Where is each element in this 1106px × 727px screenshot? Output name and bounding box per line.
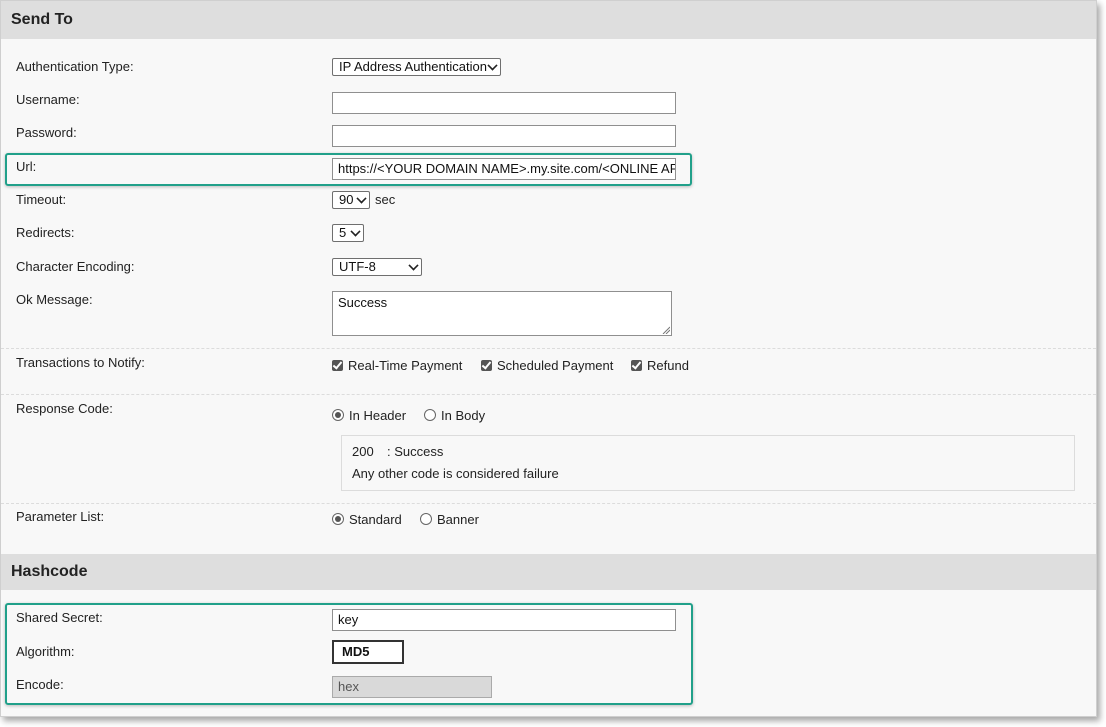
radio-selected-icon[interactable] — [332, 409, 344, 421]
send-to-title: Send To — [11, 11, 73, 28]
banner-label: Banner — [437, 512, 479, 527]
timeout-select[interactable]: 90 — [332, 191, 370, 209]
password-label: Password: — [16, 125, 77, 140]
url-highlight — [5, 153, 692, 186]
resize-grip-icon[interactable] — [662, 326, 670, 334]
hashcode-title: Hashcode — [11, 563, 88, 580]
ok-message-textarea[interactable]: Success — [332, 291, 672, 336]
checkbox-checked-icon[interactable] — [481, 360, 492, 371]
radio-in-header[interactable]: In Header — [332, 408, 406, 423]
scheduled-payment-label: Scheduled Payment — [497, 358, 614, 373]
response-code-info: 200 : Success Any other code is consider… — [341, 435, 1075, 491]
radio-standard[interactable]: Standard — [332, 512, 402, 527]
divider — [1, 503, 1096, 504]
refund-label: Refund — [647, 358, 689, 373]
response-code-text: : Success — [387, 444, 444, 459]
settings-panel: Send To Authentication Type: IP Address … — [0, 0, 1097, 717]
radio-in-body[interactable]: In Body — [424, 408, 485, 423]
checkbox-checked-icon[interactable] — [631, 360, 642, 371]
radio-unselected-icon[interactable] — [424, 409, 436, 421]
chevron-down-icon — [356, 193, 367, 204]
in-body-label: In Body — [441, 408, 486, 423]
checkbox-scheduled-payment[interactable]: Scheduled Payment — [481, 358, 613, 373]
redirects-select[interactable]: 5 — [332, 224, 364, 242]
divider — [1, 394, 1096, 395]
parameter-list-label: Parameter List: — [16, 509, 105, 524]
character-encoding-label: Character Encoding: — [16, 259, 135, 274]
checkbox-real-time-payment[interactable]: Real-Time Payment — [332, 358, 462, 373]
send-to-header: Send To — [1, 1, 1096, 39]
in-header-label: In Header — [349, 408, 407, 423]
checkbox-checked-icon[interactable] — [332, 360, 343, 371]
response-code-number: 200 — [352, 444, 374, 459]
authentication-type-select[interactable]: IP Address Authentication — [332, 58, 501, 76]
username-label: Username: — [16, 92, 80, 107]
character-encoding-select[interactable]: UTF-8 — [332, 258, 422, 276]
transactions-label: Transactions to Notify: — [16, 355, 145, 370]
ok-message-label: Ok Message: — [16, 292, 93, 307]
response-code-label: Response Code: — [16, 401, 113, 416]
authentication-type-value: IP Address Authentication — [339, 59, 487, 74]
timeout-value: 90 — [339, 192, 354, 207]
timeout-label: Timeout: — [16, 192, 67, 207]
divider — [1, 348, 1096, 349]
radio-unselected-icon[interactable] — [420, 513, 432, 525]
response-code-note: Any other code is considered failure — [352, 466, 559, 481]
password-input[interactable] — [332, 125, 676, 147]
hashcode-highlight — [5, 603, 693, 705]
chevron-down-icon — [350, 226, 361, 237]
ok-message-value: Success — [338, 295, 388, 310]
username-input[interactable] — [332, 92, 676, 114]
real-time-payment-label: Real-Time Payment — [348, 358, 463, 373]
timeout-unit: sec — [375, 192, 396, 207]
redirects-label: Redirects: — [16, 225, 75, 240]
redirects-value: 5 — [339, 225, 347, 240]
radio-selected-icon[interactable] — [332, 513, 344, 525]
radio-banner[interactable]: Banner — [420, 512, 479, 527]
character-encoding-value: UTF-8 — [339, 259, 376, 274]
hashcode-header: Hashcode — [1, 554, 1096, 590]
checkbox-refund[interactable]: Refund — [631, 358, 689, 373]
chevron-down-icon — [408, 260, 419, 271]
standard-label: Standard — [349, 512, 402, 527]
chevron-down-icon — [487, 60, 498, 71]
authentication-type-label: Authentication Type: — [16, 59, 134, 74]
